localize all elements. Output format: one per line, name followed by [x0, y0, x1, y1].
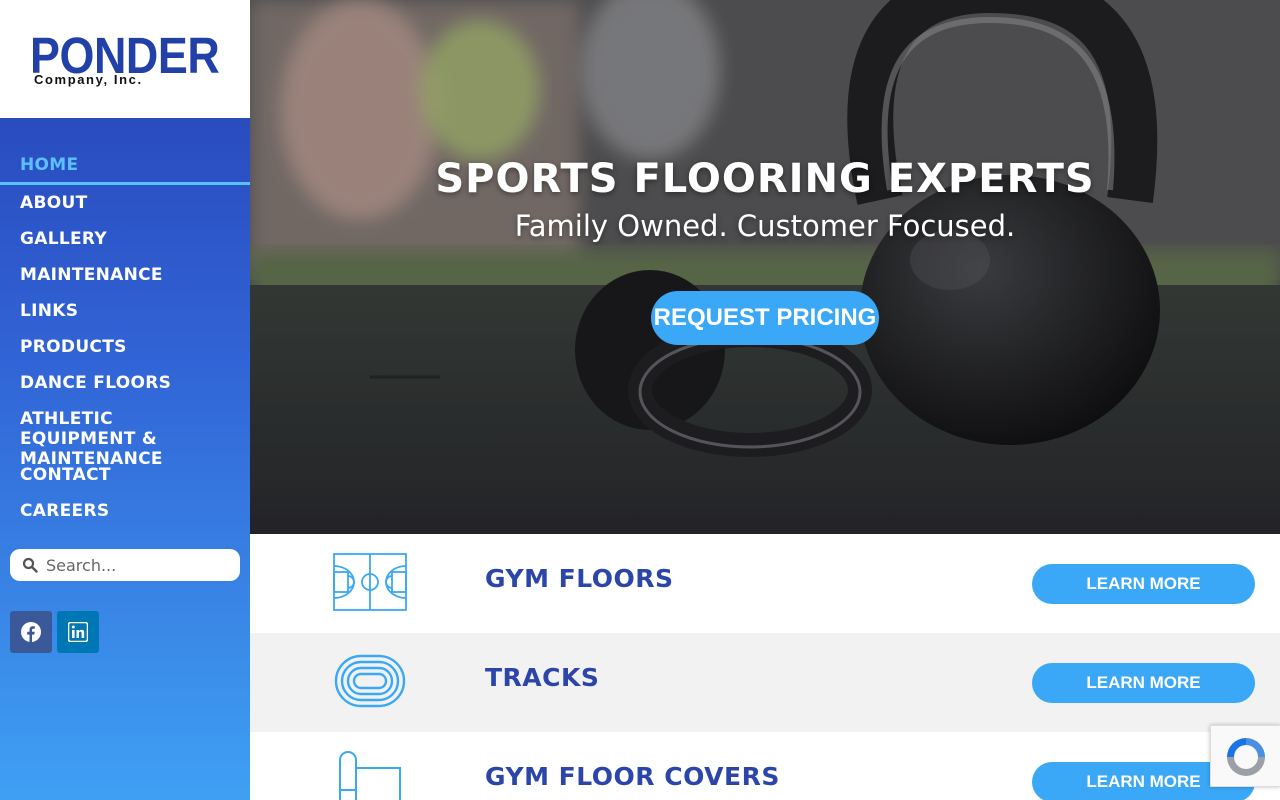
linkedin-button[interactable]: [57, 611, 99, 653]
sidebar: PONDER Company, Inc. HOME ABOUT GALLERY …: [0, 0, 250, 800]
search-box: [10, 549, 240, 581]
product-title: GYM FLOORS: [485, 564, 674, 593]
product-title: GYM FLOOR COVERS: [485, 762, 780, 791]
hero-banner: SPORTS FLOORING EXPERTS Family Owned. Cu…: [250, 0, 1280, 534]
request-pricing-button[interactable]: REQUEST PRICING: [651, 291, 879, 345]
facebook-button[interactable]: [10, 611, 52, 653]
product-row-tracks: TRACKS LEARN MORE: [250, 633, 1280, 732]
recaptcha-badge[interactable]: [1210, 725, 1280, 787]
floor-cover-roll-icon: [339, 751, 401, 800]
hero-title: SPORTS FLOORING EXPERTS: [435, 156, 1095, 202]
product-row-gym-floors: GYM FLOORS LEARN MORE: [250, 534, 1280, 633]
nav-item-athletic-equipment[interactable]: ATHLETIC EQUIPMENT & MAINTENANCE: [0, 401, 250, 469]
hero-subtitle: Family Owned. Customer Focused.: [514, 209, 1016, 243]
main-nav: HOME ABOUT GALLERY MAINTENANCE LINKS PRO…: [0, 147, 250, 529]
logo[interactable]: PONDER Company, Inc.: [0, 0, 250, 118]
nav-item-dance-floors[interactable]: DANCE FLOORS: [0, 365, 250, 401]
nav-item-careers[interactable]: CAREERS: [0, 493, 250, 529]
logo-subtitle: Company, Inc.: [34, 72, 143, 87]
learn-more-button[interactable]: LEARN MORE: [1032, 564, 1255, 604]
learn-more-button[interactable]: LEARN MORE: [1032, 663, 1255, 703]
nav-item-about[interactable]: ABOUT: [0, 185, 250, 221]
linkedin-icon: [68, 622, 88, 642]
nav-item-links[interactable]: LINKS: [0, 293, 250, 329]
running-track-icon: [334, 654, 406, 708]
product-row-gym-floor-covers: GYM FLOOR COVERS LEARN MORE: [250, 732, 1280, 800]
nav-item-home[interactable]: HOME: [0, 147, 250, 185]
nav-item-maintenance[interactable]: MAINTENANCE: [0, 257, 250, 293]
basketball-court-icon: [333, 553, 407, 611]
recaptcha-icon: [1227, 738, 1265, 776]
nav-item-products[interactable]: PRODUCTS: [0, 329, 250, 365]
product-title: TRACKS: [485, 663, 600, 692]
facebook-icon: [21, 622, 41, 642]
search-input[interactable]: [46, 552, 231, 578]
nav-item-gallery[interactable]: GALLERY: [0, 221, 250, 257]
hero-background-image: [250, 0, 1280, 534]
search-icon[interactable]: [22, 557, 38, 573]
